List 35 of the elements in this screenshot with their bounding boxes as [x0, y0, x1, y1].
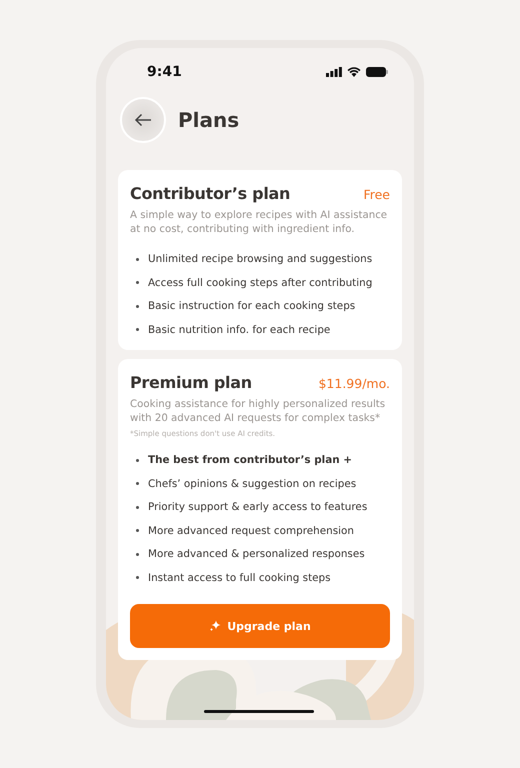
plan-description: Cooking assistance for highly personalized results with 20 advanced AI requests for complex tasks*	[130, 398, 386, 426]
bullet-icon	[136, 458, 139, 462]
feature-text: Chefs’ opinions & suggestion on recipes	[148, 478, 356, 490]
feature-text: More advanced request comprehension	[148, 524, 354, 537]
feature-text: The best from contributor’s plan +	[148, 454, 352, 466]
bullet-icon	[136, 258, 139, 261]
back-button[interactable]	[120, 97, 166, 143]
feature-text: Priority support & early access to features	[148, 501, 368, 514]
back-arrow-icon	[134, 113, 152, 127]
feature-text: Access full cooking steps after contributing	[148, 276, 372, 289]
plan-name: Premium plan	[130, 373, 252, 392]
bullet-icon	[136, 281, 139, 284]
plan-price: Free	[363, 187, 390, 202]
feature-text: Basic nutrition info. for each recipe	[148, 324, 330, 336]
feature-text: More advanced & personalized responses	[148, 548, 365, 560]
bullet-icon	[136, 304, 139, 308]
upgrade-button[interactable]: Upgrade plan	[130, 604, 390, 648]
feature-text: Instant access to full cooking steps	[148, 572, 331, 584]
bullet-icon	[136, 328, 139, 332]
bullet-icon	[136, 552, 139, 556]
bullet-icon	[136, 576, 139, 580]
signal-icon	[326, 67, 342, 77]
feature-text: Basic instruction for each cooking steps	[148, 300, 356, 312]
status-time: 9:41	[147, 64, 182, 80]
plan-name: Contributor’s plan	[130, 184, 290, 203]
bullet-icon	[136, 529, 139, 532]
sparkle-icon	[209, 620, 222, 632]
plan-price: $11.99/mo.	[318, 376, 390, 391]
wifi-icon	[347, 67, 361, 77]
bullet-icon	[136, 482, 139, 486]
plan-description: A simple way to explore recipes with AI assistance at no cost, contributing with ingredient info.	[130, 209, 388, 237]
page-title: Plans	[178, 108, 240, 132]
feature-text: Unlimited recipe browsing and suggestions	[148, 253, 372, 266]
bullet-icon	[136, 506, 139, 509]
battery-icon	[366, 67, 388, 77]
